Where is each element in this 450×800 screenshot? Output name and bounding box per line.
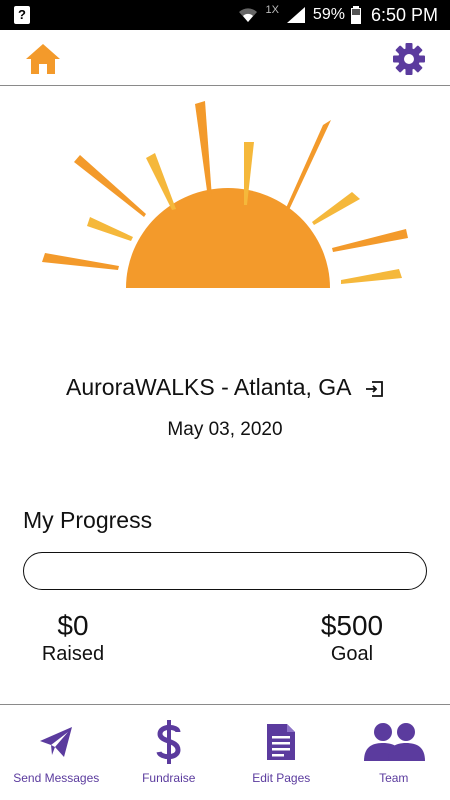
nav-fundraise[interactable]: Fundraise — [113, 705, 226, 800]
nav-team[interactable]: Team — [338, 705, 450, 800]
app-header — [0, 30, 450, 86]
sign-in-icon[interactable] — [364, 380, 384, 398]
bottom-nav: Send Messages Fundraise Edit Pages Team — [0, 704, 450, 800]
progress-title: My Progress — [23, 507, 153, 533]
dollar-icon — [156, 720, 181, 764]
signal-icon — [286, 7, 305, 23]
network-label: 1X — [265, 4, 279, 16]
wifi-icon — [239, 8, 258, 22]
battery-icon — [350, 6, 361, 24]
battery-percent: 59% — [312, 6, 345, 23]
clock: 6:50 PM — [370, 4, 438, 25]
nav-label-edit-pages: Edit Pages — [252, 771, 311, 785]
raised-label: Raised — [41, 643, 105, 665]
nav-send-messages[interactable]: Send Messages — [0, 705, 113, 800]
event-date: May 03, 2020 — [167, 419, 283, 440]
raised-amount: $0 — [57, 610, 89, 641]
event-header: AuroraWALKS - Atlanta, GA — [0, 374, 450, 401]
paper-plane-icon — [40, 727, 73, 757]
team-icon — [363, 723, 425, 761]
progress-bar — [23, 552, 427, 590]
settings-button[interactable] — [392, 42, 426, 76]
home-button[interactable] — [24, 42, 62, 76]
goal-label: Goal — [330, 643, 374, 665]
gear-icon — [393, 43, 425, 75]
raised-stat: $0 Raised — [36, 610, 110, 666]
status-bar: ? 1X 59% 6:50 PM — [0, 0, 450, 30]
nav-edit-pages[interactable]: Edit Pages — [225, 705, 338, 800]
nav-label-fundraise: Fundraise — [142, 771, 196, 785]
event-title: AuroraWALKS - Atlanta, GA — [66, 374, 352, 400]
sun-logo — [42, 101, 408, 288]
goal-amount: $500 — [320, 610, 384, 641]
nav-label-send-messages: Send Messages — [13, 771, 100, 785]
notification-icon: ? — [14, 6, 30, 24]
document-icon — [267, 724, 296, 760]
nav-label-team: Team — [379, 771, 409, 785]
status-indicators: 1X 59% 6:50 PM — [237, 0, 438, 30]
home-icon — [26, 44, 60, 74]
goal-stat: $500 Goal — [312, 610, 392, 666]
